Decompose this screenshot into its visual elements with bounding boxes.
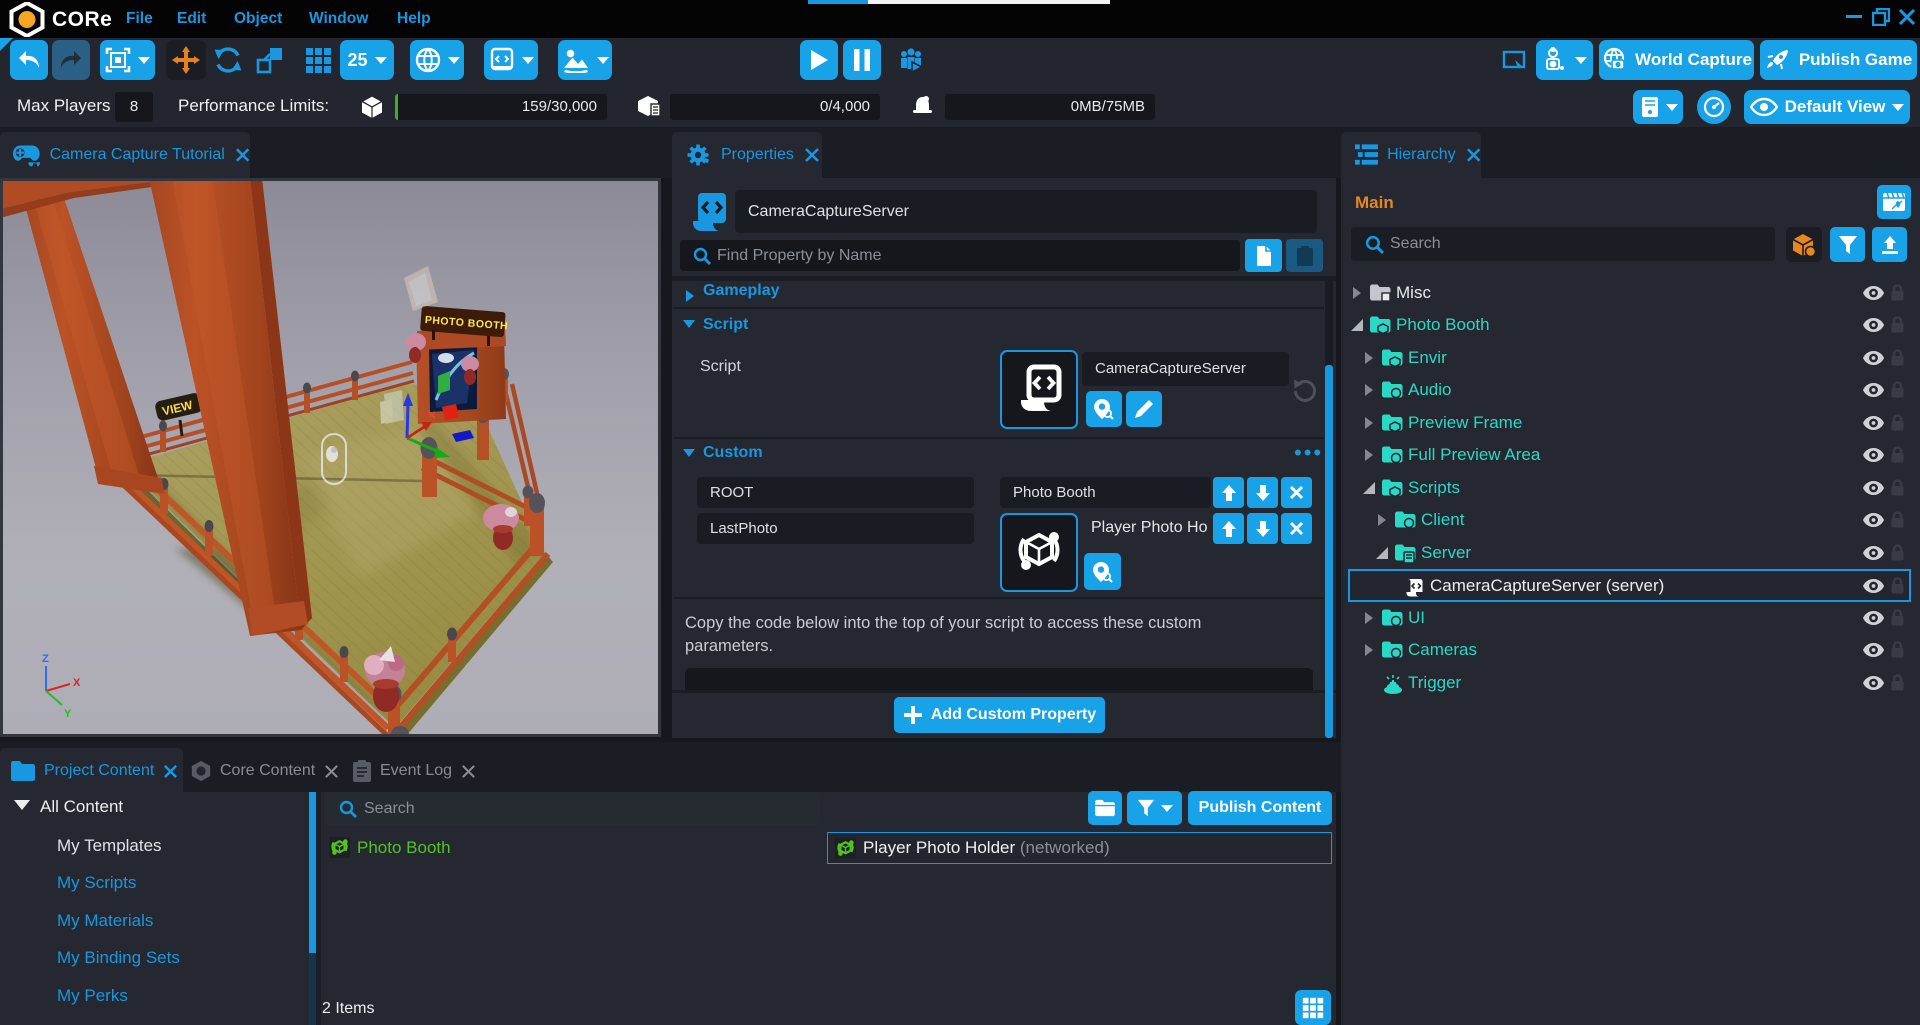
svg-text:Z: Z: [42, 653, 49, 665]
svg-text:X: X: [73, 677, 81, 689]
svg-text:Y: Y: [64, 708, 72, 720]
